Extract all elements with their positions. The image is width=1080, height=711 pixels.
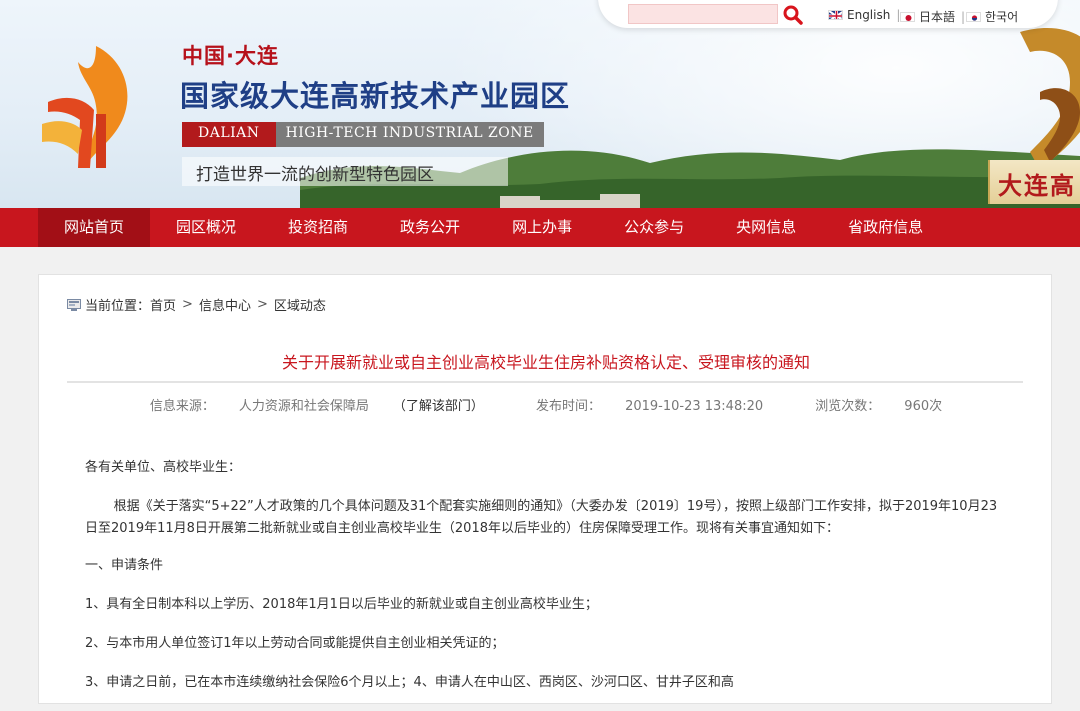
article-panel: 当前位置： 首页 > 信息中心 > 区域动态 关于开展新就业或自主创业高校毕业生… [38, 274, 1052, 704]
nav-item-park-overview[interactable]: 园区概况 [150, 208, 262, 247]
article-body: 各有关单位、高校毕业生： 根据《关于落实“5+22”人才政策的几个具体问题及31… [85, 457, 1005, 711]
zone-dalian-label: DALIAN [182, 122, 276, 147]
uk-flag-icon [828, 10, 843, 20]
language-label: English [847, 8, 891, 22]
breadcrumb: 当前位置： 首页 > 信息中心 > 区域动态 [67, 295, 326, 314]
nav-item-government-affairs[interactable]: 政务公开 [374, 208, 486, 247]
publish-time: 发布时间： 2019-10-23 13:48:20 [524, 399, 775, 414]
breadcrumb-separator: > [256, 297, 268, 312]
views-label: 浏览次数： [815, 399, 881, 414]
condition-item: 3、申请之日前，已在本市连续缴纳社会保险6个月以上；4、申请人在中山区、西岗区、… [85, 675, 734, 690]
source-label: 信息来源： [149, 399, 215, 414]
park-logo-icon [42, 46, 128, 168]
views-value: 960次 [904, 399, 943, 414]
nav-item-public-participation[interactable]: 公众参与 [598, 208, 710, 247]
source-info: 信息来源： 人力资源和社会保障局 （了解该部门） [138, 399, 496, 414]
condition-item: 2、与本市用人单位签订1年以上劳动合同或能提供自主创业相关凭证的； [85, 636, 505, 651]
search-input[interactable] [628, 4, 778, 24]
language-label: 한국어 [985, 10, 1019, 24]
intro-paragraph: 根据《关于落实“5+22”人才政策的几个具体问题及31个配套实施细则的通知》（大… [85, 499, 998, 536]
language-japanese-link[interactable]: 日本語 | [900, 8, 965, 25]
language-korean-link[interactable]: 한국어 [966, 8, 1018, 25]
language-english-link[interactable]: English | [828, 8, 900, 22]
nav-item-central-news[interactable]: 央网信息 [710, 208, 822, 247]
nav-item-investment[interactable]: 投资招商 [262, 208, 374, 247]
condition-item: 1、具有全日制本科以上学历、2018年1月1日以后毕业的新就业或自主创业高校毕业… [85, 597, 598, 612]
section-heading: 一、申请条件 [85, 558, 164, 573]
breadcrumb-prefix: 当前位置： [85, 299, 151, 314]
japan-flag-icon [900, 11, 915, 22]
corner-calligraphy-badge: 大连高 [988, 160, 1080, 204]
language-divider: | [961, 9, 966, 24]
slogan-text: 打造世界一流的创新型特色园区 [182, 157, 508, 186]
breadcrumb-regional-news[interactable]: 区域动态 [274, 295, 326, 314]
brand-title: 国家级大连高新技术产业园区 [180, 79, 571, 113]
nav-item-online-services[interactable]: 网上办事 [486, 208, 598, 247]
breadcrumb-info-center[interactable]: 信息中心 [199, 295, 251, 314]
search-icon[interactable] [782, 4, 804, 26]
dept-link[interactable]: （了解该部门） [393, 399, 484, 414]
language-label: 日本語 [919, 10, 956, 24]
salutation-paragraph: 各有关单位、高校毕业生： [85, 460, 242, 475]
title-divider [67, 381, 1023, 383]
breadcrumb-home[interactable]: 首页 [150, 295, 176, 314]
time-label: 发布时间： [536, 399, 602, 414]
sculpture-decoration-icon [1020, 28, 1080, 170]
brand-tagline: 中国·大连 [182, 44, 279, 68]
site-header: 中国·大连 国家级大连高新技术产业园区 DALIAN HIGH-TECH IND… [0, 0, 1080, 208]
nav-item-home[interactable]: 网站首页 [38, 208, 151, 247]
nav-item-provincial-news[interactable]: 省政府信息 [822, 208, 949, 247]
article-title: 关于开展新就业或自主创业高校毕业生住房补贴资格认定、受理审核的通知 [281, 353, 810, 372]
main-navigation: 网站首页 园区概况 投资招商 政务公开 网上办事 公众参与 央网信息 省政府信息 [0, 208, 1080, 247]
breadcrumb-separator: > [182, 297, 193, 312]
zone-name-label: HIGH-TECH INDUSTRIAL ZONE [275, 122, 544, 147]
location-icon [67, 298, 81, 311]
view-count: 浏览次数： 960次 [803, 399, 954, 414]
article-meta: 信息来源： 人力资源和社会保障局 （了解该部门） 发布时间： 2019-10-23 1… [39, 395, 1053, 414]
source-value: 人力资源和社会保障局 [238, 399, 369, 414]
zone-english-banner: DALIAN HIGH-TECH INDUSTRIAL ZONE [182, 122, 544, 147]
korea-flag-icon [966, 11, 981, 22]
time-value: 2019-10-23 13:48:20 [625, 399, 764, 414]
